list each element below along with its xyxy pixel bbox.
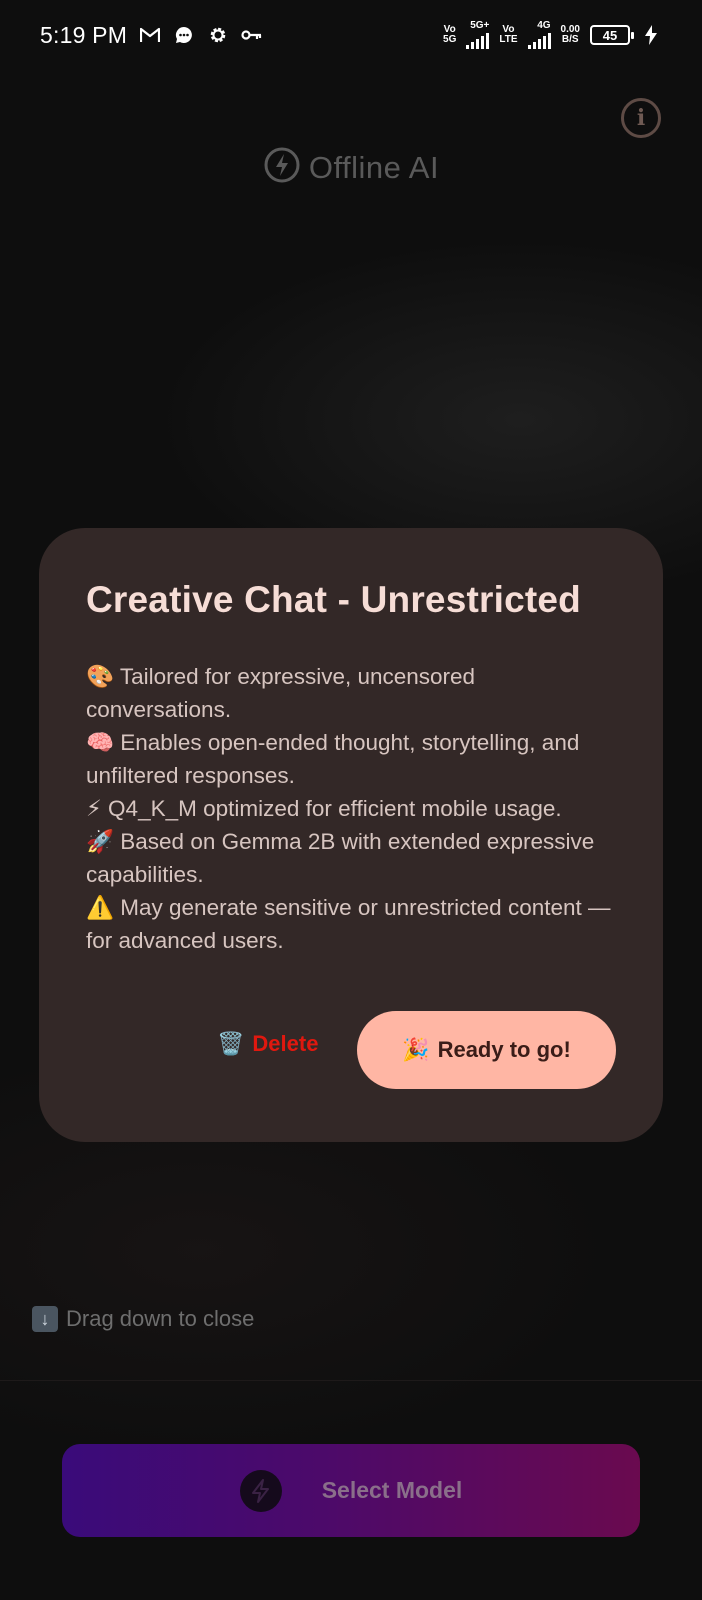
screen: 5:19 PM Vo 5G 5G+ Vo LTE 4G 0.00 B/S 45 …: [0, 0, 702, 1600]
lightning-circle-icon: [263, 146, 301, 189]
drag-hint: ↓ Drag down to close: [32, 1306, 254, 1332]
info-icon: i: [636, 105, 646, 131]
dialog-actions: 🗑️ Delete 🎉 Ready to go!: [39, 1011, 663, 1089]
app-title: Offline AI: [308, 149, 440, 185]
battery-indicator: 45: [590, 25, 634, 45]
info-button[interactable]: i: [621, 98, 661, 138]
chat-bubble-icon: [173, 24, 195, 46]
network-speed: 0.00 B/S: [561, 25, 580, 45]
net2-label: 5G+: [470, 20, 490, 31]
status-right: Vo 5G 5G+ Vo LTE 4G 0.00 B/S 45: [443, 21, 662, 49]
party-popper-icon: 🎉: [402, 1037, 430, 1062]
select-model-button[interactable]: Select Model: [62, 1444, 640, 1537]
trash-icon: 🗑️: [217, 1031, 245, 1056]
net4-label: 4G: [537, 20, 551, 31]
signal-4g: 4G: [527, 20, 551, 49]
battery-level: 45: [602, 27, 618, 43]
charging-bolt-icon: [640, 24, 662, 46]
dialog-title: Creative Chat - Unrestricted: [86, 579, 581, 620]
volte-5g-indicator: Vo 5G: [443, 25, 456, 45]
key-icon: [241, 24, 263, 46]
desc-line: 🚀 Based on Gemma 2B with extended expres…: [86, 829, 595, 887]
gmail-icon: [139, 24, 161, 46]
net1-bottom: 5G: [443, 34, 457, 45]
model-detail-dialog: Creative Chat - Unrestricted 🎨 Tailored …: [39, 528, 663, 1142]
ready-label: Ready to go!: [437, 1037, 571, 1062]
drag-hint-label: Drag down to close: [66, 1306, 255, 1331]
signal-5g: 5G+: [466, 20, 490, 49]
dialog-description: 🎨 Tailored for expressive, uncensored co…: [86, 660, 617, 957]
ready-button[interactable]: 🎉 Ready to go!: [357, 1011, 616, 1089]
status-left: 5:19 PM: [40, 22, 263, 49]
desc-line: 🎨 Tailored for expressive, uncensored co…: [86, 664, 476, 722]
select-model-label: Select Model: [321, 1477, 463, 1503]
down-arrow-icon: ↓: [32, 1306, 58, 1332]
divider: [0, 1380, 702, 1381]
lightning-icon: [239, 1469, 282, 1512]
desc-line: ⚠️ May generate sensitive or unrestricte…: [86, 895, 611, 953]
delete-button[interactable]: 🗑️ Delete: [217, 1031, 318, 1057]
status-bar: 5:19 PM Vo 5G 5G+ Vo LTE 4G 0.00 B/S 45: [0, 0, 702, 70]
volte-lte-indicator: Vo LTE: [499, 25, 517, 45]
net3-bottom: LTE: [499, 34, 518, 45]
signal-bars-icon: [527, 31, 551, 49]
app-header: Offline AI: [0, 146, 702, 189]
desc-line: 🧠 Enables open-ended thought, storytelli…: [86, 730, 580, 788]
signal-bars-icon: [466, 31, 490, 49]
delete-label: Delete: [252, 1031, 319, 1056]
status-time: 5:19 PM: [40, 21, 128, 48]
desc-line: ⚡ Q4_K_M optimized for efficient mobile …: [86, 796, 562, 821]
speed-unit: B/S: [561, 34, 579, 45]
settings-gear-icon: [207, 24, 229, 46]
